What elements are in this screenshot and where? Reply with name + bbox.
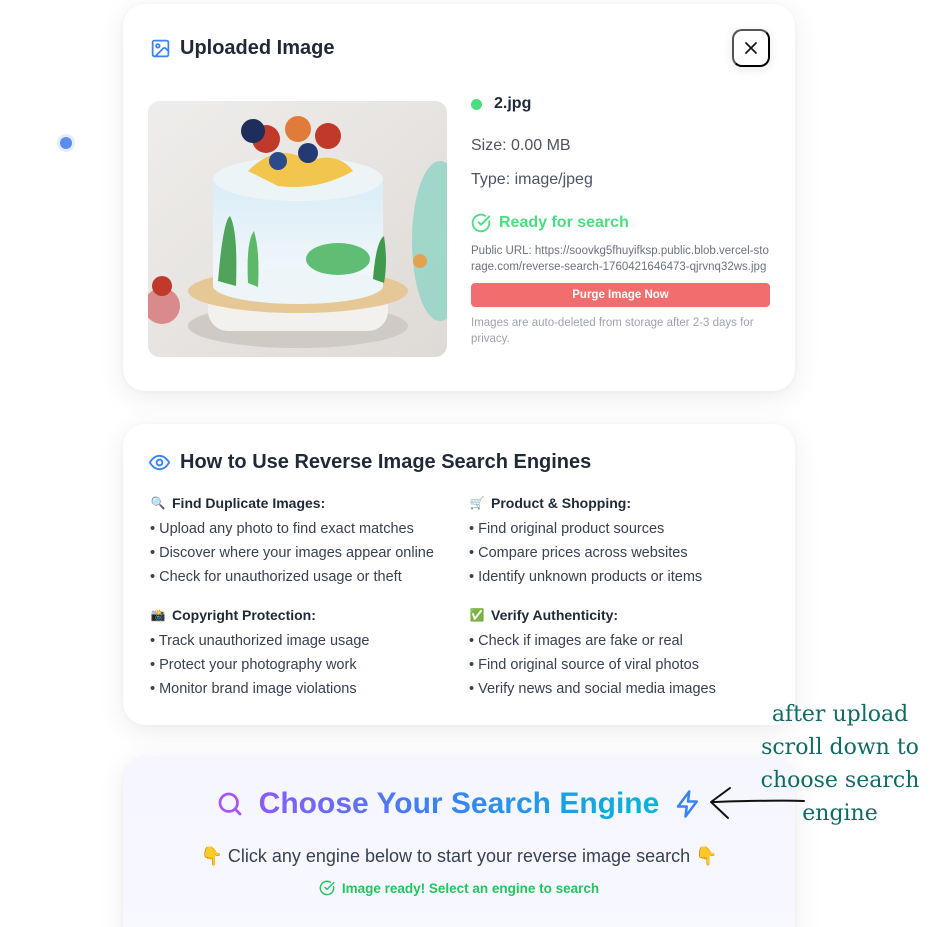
choose-engine-header: Choose Your Search Engine [123, 787, 795, 821]
how-to-title: How to Use Reverse Image Search Engines [180, 451, 592, 473]
list-item: • Check if images are fake or real [469, 633, 683, 649]
public-url[interactable]: Public URL: https://soovkg5fhuyifksp.pub… [471, 243, 771, 275]
list-item: • Protect your photography work [150, 657, 357, 673]
section-verify: ✅ Verify Authenticity: • Check if images… [469, 605, 789, 701]
section-product-shopping: 🛒 Product & Shopping: • Find original pr… [469, 493, 789, 589]
annotation-arrow-icon [710, 787, 805, 819]
section-title: 🛒 Product & Shopping: [469, 493, 789, 513]
cake-image [148, 101, 447, 357]
file-name-row: 2.jpg [471, 94, 771, 114]
file-type: Type: image/jpeg [471, 171, 593, 188]
image-ready-status: Image ready! Select an engine to search [123, 880, 795, 896]
choose-engine-subtitle: 👇 Click any engine below to start your r… [200, 846, 718, 866]
list-item: • Find original product sources [469, 521, 665, 537]
section-title: 📸 Copyright Protection: [150, 605, 470, 625]
check-circle-icon [319, 880, 335, 896]
purge-image-button[interactable]: Purge Image Now [471, 283, 770, 307]
uploaded-image-card: Uploaded Image 2.jpg Size: 0.00 MB Type:… [123, 4, 795, 391]
file-size: Size: 0.00 MB [471, 137, 571, 154]
list-item: • Check for unauthorized usage or theft [150, 569, 402, 585]
ready-label: Ready for search [499, 214, 629, 231]
how-to-use-card: How to Use Reverse Image Search Engines … [123, 424, 795, 725]
uploaded-image-preview [148, 101, 447, 357]
list-item: • Upload any photo to find exact matches [150, 521, 414, 537]
section-copyright: 📸 Copyright Protection: • Track unauthor… [150, 605, 470, 701]
section-title: 🔍 Find Duplicate Images: [150, 493, 470, 513]
list-item: • Identify unknown products or items [469, 569, 703, 585]
section-title-text: Copyright Protection: [172, 607, 316, 623]
section-title-text: Product & Shopping: [491, 495, 631, 511]
eye-icon [148, 454, 171, 471]
magnifier-icon: 🔍 [150, 496, 166, 510]
check-circle-icon [471, 213, 491, 233]
list-item: • Discover where your images appear onli… [150, 545, 434, 561]
image-icon [150, 38, 171, 59]
camera-icon: 📸 [150, 608, 166, 622]
list-item: • Track unauthorized image usage [150, 633, 370, 649]
status-dot-green [471, 98, 482, 110]
section-title-text: Find Duplicate Images: [172, 495, 326, 511]
section-find-duplicate: 🔍 Find Duplicate Images: • Upload any ph… [150, 493, 470, 589]
how-to-header: How to Use Reverse Image Search Engines [148, 451, 591, 474]
choose-engine-card: Choose Your Search Engine 👇 Click any en… [123, 757, 795, 927]
list-item: • Find original source of viral photos [469, 657, 699, 673]
section-title-text: Verify Authenticity: [491, 607, 619, 623]
uploaded-image-title: Uploaded Image [180, 37, 335, 59]
close-button[interactable] [732, 29, 770, 67]
cart-icon: 🛒 [469, 496, 485, 510]
privacy-note: Images are auto-deleted from storage aft… [471, 317, 754, 345]
lightning-icon [677, 790, 699, 818]
uploaded-image-header: Uploaded Image [150, 37, 334, 60]
list-item: • Monitor brand image violations [150, 681, 357, 697]
file-info: 2.jpg Size: 0.00 MB Type: image/jpeg Rea… [471, 94, 771, 347]
file-name: 2.jpg [494, 95, 532, 112]
ready-status: Ready for search [471, 213, 771, 233]
choose-engine-title: Choose Your Search Engine [258, 787, 660, 820]
section-title: ✅ Verify Authenticity: [469, 605, 789, 625]
search-icon [218, 792, 242, 816]
checkmark-icon: ✅ [469, 608, 485, 622]
status-dot [60, 137, 72, 149]
list-item: • Compare prices across websites [469, 545, 688, 561]
image-ready-label: Image ready! Select an engine to search [341, 880, 600, 896]
close-icon [745, 42, 757, 54]
